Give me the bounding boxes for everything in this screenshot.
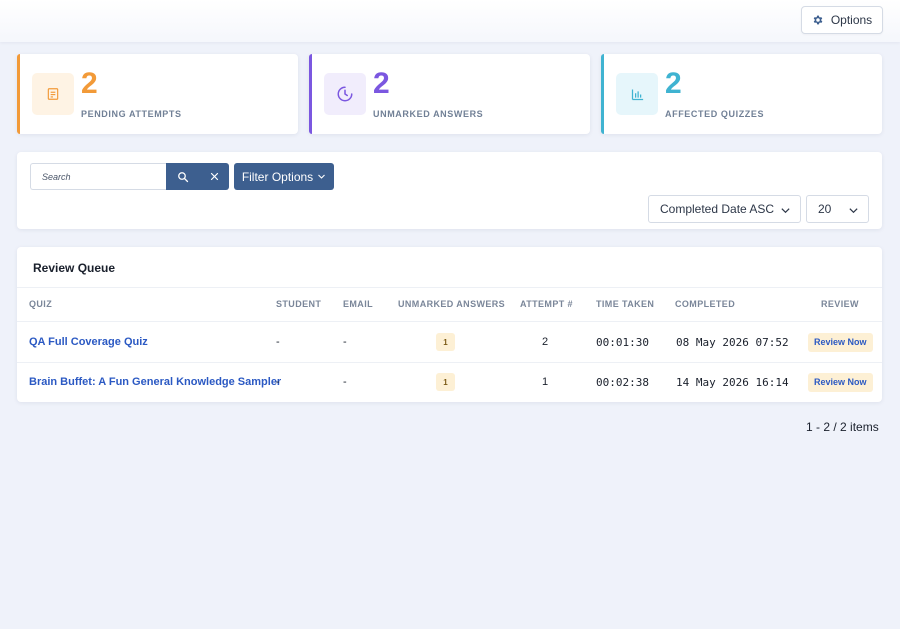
column-header-review: REVIEW — [821, 299, 859, 309]
time-taken-cell: 00:02:38 — [596, 375, 649, 389]
stat-label: UNMARKED ANSWERS — [373, 109, 484, 119]
filter-options-button[interactable]: Filter Options — [234, 163, 334, 190]
stat-card-affected-quizzes: 2 AFFECTED QUIZZES — [601, 54, 882, 134]
time-taken-cell: 00:01:30 — [596, 335, 649, 349]
review-queue-panel: Review Queue QUIZ STUDENT EMAIL UNMARKED… — [17, 247, 882, 402]
column-header-attempt[interactable]: ATTEMPT # — [520, 299, 573, 309]
unmarked-count-badge: 1 — [436, 333, 455, 351]
options-label: Options — [830, 13, 873, 27]
divider — [17, 287, 882, 288]
filter-options-label: Filter Options — [241, 169, 314, 184]
card-accent — [601, 54, 604, 134]
page-size-value: 20 — [818, 202, 832, 216]
unmarked-count-badge: 1 — [436, 373, 455, 391]
panel-title: Review Queue — [33, 261, 116, 275]
email-cell: - — [343, 376, 347, 388]
card-accent — [17, 54, 20, 134]
column-header-quiz[interactable]: QUIZ — [29, 299, 52, 309]
column-header-student[interactable]: STUDENT — [276, 299, 321, 309]
quiz-link[interactable]: Brain Buffet: A Fun General Knowledge Sa… — [29, 376, 281, 388]
stat-card-pending-attempts: 2 PENDING ATTEMPTS — [17, 54, 298, 134]
student-cell: - — [276, 376, 280, 388]
document-icon — [32, 73, 74, 115]
attempt-cell: 2 — [542, 336, 549, 348]
stat-value: 2 — [373, 67, 390, 100]
stat-label: PENDING ATTEMPTS — [81, 109, 182, 119]
card-accent — [309, 54, 312, 134]
student-cell: - — [276, 336, 280, 348]
bar-chart-icon — [616, 73, 658, 115]
quiz-link[interactable]: QA Full Coverage Quiz — [29, 336, 148, 348]
stat-label: AFFECTED QUIZZES — [665, 109, 765, 119]
review-now-button[interactable]: Review Now — [808, 332, 873, 352]
table-row: Brain Buffet: A Fun General Knowledge Sa… — [17, 362, 882, 402]
filter-panel: Filter Options Completed Date ASC 20 — [17, 152, 882, 229]
page-size-select[interactable]: 20 — [806, 195, 869, 223]
sort-select[interactable]: Completed Date ASC — [648, 195, 801, 223]
close-icon — [210, 172, 218, 181]
column-header-completed[interactable]: COMPLETED — [675, 299, 735, 309]
completed-cell: 08 May 2026 07:52 — [676, 335, 789, 349]
stat-value: 2 — [665, 67, 682, 100]
chevron-down-icon — [318, 174, 326, 179]
stat-card-unmarked-answers: 2 UNMARKED ANSWERS — [309, 54, 590, 134]
chevron-down-icon — [781, 208, 790, 214]
search-icon — [177, 171, 188, 182]
stat-value: 2 — [81, 67, 98, 100]
column-header-time-taken[interactable]: TIME TAKEN — [596, 299, 654, 309]
email-cell: - — [343, 336, 347, 348]
search-input[interactable] — [30, 163, 166, 190]
review-now-button[interactable]: Review Now — [808, 372, 873, 392]
options-button[interactable]: Options — [801, 6, 883, 34]
table-row: QA Full Coverage Quiz - - 1 2 00:01:30 0… — [17, 322, 882, 362]
clear-search-button[interactable] — [199, 163, 229, 190]
top-bar: Options — [0, 0, 900, 42]
column-header-unmarked-answers[interactable]: UNMARKED ANSWERS — [398, 299, 505, 309]
chevron-down-icon — [849, 208, 858, 214]
column-header-email[interactable]: EMAIL — [343, 299, 373, 309]
attempt-cell: 1 — [542, 376, 549, 388]
completed-cell: 14 May 2026 16:14 — [676, 375, 789, 389]
pagination-summary: 1 - 2 / 2 items — [806, 420, 879, 434]
search-button[interactable] — [166, 163, 199, 190]
sort-value: Completed Date ASC — [660, 202, 775, 216]
gear-icon — [813, 15, 823, 25]
clock-icon — [324, 73, 366, 115]
